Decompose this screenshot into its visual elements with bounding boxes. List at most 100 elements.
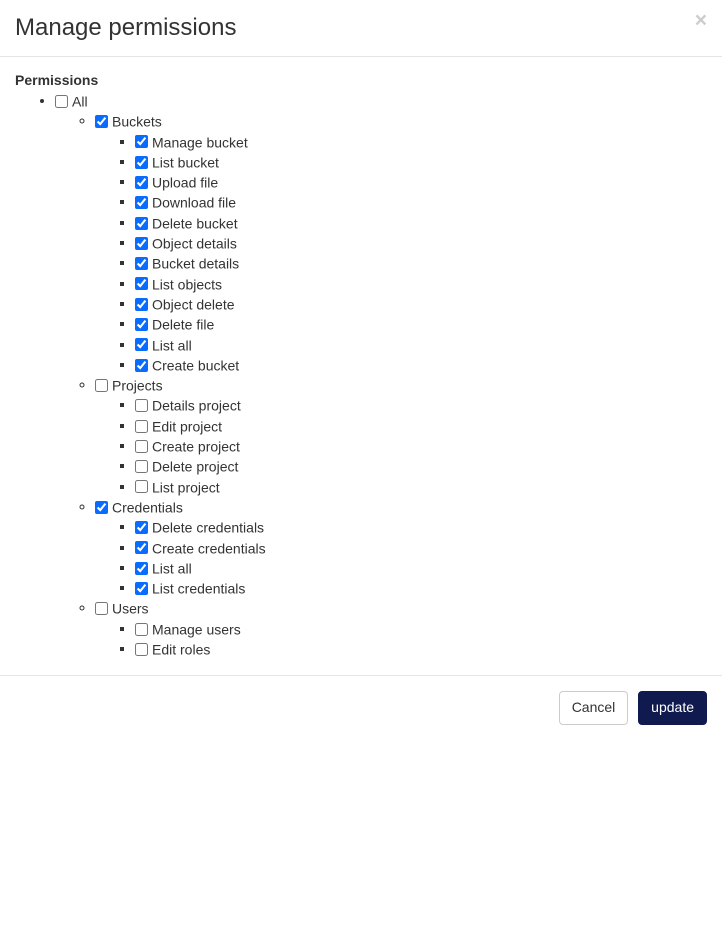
checkbox-manage-bucket[interactable] (135, 135, 148, 148)
label-list-objects: List objects (152, 276, 222, 292)
modal-header: Manage permissions × (0, 0, 722, 57)
checkbox-details-project[interactable] (135, 399, 148, 412)
checkbox-object-details[interactable] (135, 237, 148, 250)
checkbox-projects[interactable] (95, 379, 108, 392)
tree-item-details-project: Details project (135, 396, 707, 413)
tree-item-delete-credentials: Delete credentials (135, 518, 707, 535)
checkbox-delete-bucket[interactable] (135, 217, 148, 230)
tree-item-delete-project: Delete project (135, 457, 707, 474)
checkbox-list-all[interactable] (135, 562, 148, 575)
tree-item-edit-roles: Edit roles (135, 640, 707, 657)
tree-item-create-bucket: Create bucket (135, 356, 707, 373)
tree-item-object-delete: Object delete (135, 295, 707, 312)
manage-permissions-modal: Manage permissions × Permissions All Buck… (0, 0, 722, 740)
close-button[interactable]: × (695, 10, 707, 31)
checkbox-delete-file[interactable] (135, 318, 148, 331)
cancel-button[interactable]: Cancel (559, 691, 629, 725)
label-create-project: Create project (152, 438, 240, 454)
tree-item-bucket-details: Bucket details (135, 254, 707, 271)
tree-item-upload-file: Upload file (135, 173, 707, 190)
label-download-file: Download file (152, 195, 236, 211)
label-object-details: Object details (152, 235, 237, 251)
checkbox-edit-roles[interactable] (135, 643, 148, 656)
tree-item-list-objects: List objects (135, 275, 707, 292)
tree-item-buckets: Buckets Manage bucket List bucket Upload fi… (95, 112, 707, 373)
checkbox-manage-users[interactable] (135, 623, 148, 636)
checkbox-bucket-details[interactable] (135, 257, 148, 270)
tree-item-list-all: List all (135, 559, 707, 576)
tree-children-credentials: Delete credentials Create credentials List… (95, 518, 707, 596)
label-list-project: List project (152, 479, 220, 495)
checkbox-delete-credentials[interactable] (135, 521, 148, 534)
label-all: All (72, 93, 88, 109)
checkbox-download-file[interactable] (135, 196, 148, 209)
label-edit-roles: Edit roles (152, 641, 210, 657)
tree-item-list-bucket: List bucket (135, 153, 707, 170)
label-manage-bucket: Manage bucket (152, 134, 248, 150)
checkbox-all[interactable] (55, 95, 68, 108)
checkbox-create-bucket[interactable] (135, 359, 148, 372)
label-list-credentials: List credentials (152, 580, 245, 596)
label-object-delete: Object delete (152, 296, 235, 312)
checkbox-list-credentials[interactable] (135, 582, 148, 595)
label-buckets: Buckets (112, 114, 162, 130)
update-button[interactable]: update (638, 691, 707, 725)
tree-item-list-all: List all (135, 336, 707, 353)
tree-item-delete-bucket: Delete bucket (135, 214, 707, 231)
tree-item-edit-project: Edit project (135, 417, 707, 434)
tree-item-object-details: Object details (135, 234, 707, 251)
permissions-heading: Permissions (15, 72, 707, 88)
tree-item-all: All Buckets Manage bucket List bucket Upload… (55, 92, 707, 657)
tree-item-users: UsersManage users Edit roles (95, 599, 707, 657)
tree-item-manage-users: Manage users (135, 620, 707, 637)
tree-item-list-project: List project (135, 478, 707, 495)
label-details-project: Details project (152, 398, 241, 414)
checkbox-create-credentials[interactable] (135, 541, 148, 554)
checkbox-credentials[interactable] (95, 501, 108, 514)
modal-body: Permissions All Buckets Manage bucket List … (0, 57, 722, 675)
label-upload-file: Upload file (152, 174, 218, 190)
label-manage-users: Manage users (152, 621, 241, 637)
tree-children-projects: Details project Edit project Create projec… (95, 396, 707, 494)
label-delete-bucket: Delete bucket (152, 215, 238, 231)
label-credentials: Credentials (112, 499, 183, 515)
checkbox-buckets[interactable] (95, 115, 108, 128)
checkbox-list-bucket[interactable] (135, 156, 148, 169)
label-list-bucket: List bucket (152, 154, 219, 170)
tree-item-download-file: Download file (135, 193, 707, 210)
tree-children-buckets: Manage bucket List bucket Upload file Downl… (95, 133, 707, 374)
tree-item-create-credentials: Create credentials (135, 539, 707, 556)
label-projects: Projects (112, 377, 163, 393)
label-delete-file: Delete file (152, 317, 214, 333)
checkbox-users[interactable] (95, 602, 108, 615)
checkbox-edit-project[interactable] (135, 420, 148, 433)
tree-item-delete-file: Delete file (135, 315, 707, 332)
checkbox-upload-file[interactable] (135, 176, 148, 189)
label-create-bucket: Create bucket (152, 357, 239, 373)
tree-children-all: Buckets Manage bucket List bucket Upload fi… (55, 112, 707, 657)
label-bucket-details: Bucket details (152, 256, 239, 272)
label-list-all: List all (152, 560, 192, 576)
label-users: Users (112, 601, 149, 617)
permissions-tree: All Buckets Manage bucket List bucket Upload… (15, 92, 707, 657)
tree-item-list-credentials: List credentials (135, 579, 707, 596)
modal-footer: Cancel update (0, 675, 722, 740)
checkbox-delete-project[interactable] (135, 460, 148, 473)
label-delete-project: Delete project (152, 459, 238, 475)
checkbox-list-objects[interactable] (135, 277, 148, 290)
checkbox-list-all[interactable] (135, 338, 148, 351)
checkbox-object-delete[interactable] (135, 298, 148, 311)
label-delete-credentials: Delete credentials (152, 520, 264, 536)
checkbox-create-project[interactable] (135, 440, 148, 453)
tree-item-projects: Projects Details project Edit project Creat… (95, 376, 707, 495)
tree-children-users: Manage users Edit roles (95, 620, 707, 658)
label-create-credentials: Create credentials (152, 540, 266, 556)
modal-title: Manage permissions (15, 14, 707, 42)
label-list-all: List all (152, 337, 192, 353)
label-edit-project: Edit project (152, 418, 222, 434)
checkbox-list-project[interactable] (135, 480, 148, 493)
tree-item-credentials: Credentials Delete credentials Create cred… (95, 498, 707, 596)
tree-item-manage-bucket: Manage bucket (135, 133, 707, 150)
close-icon: × (695, 9, 707, 32)
tree-item-create-project: Create project (135, 437, 707, 454)
